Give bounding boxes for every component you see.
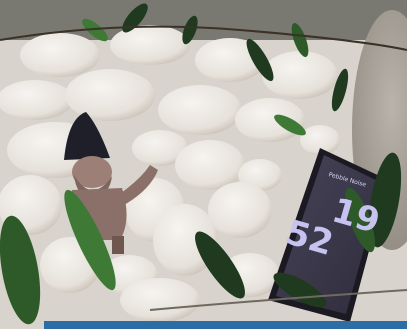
bottom-bar (44, 321, 407, 329)
